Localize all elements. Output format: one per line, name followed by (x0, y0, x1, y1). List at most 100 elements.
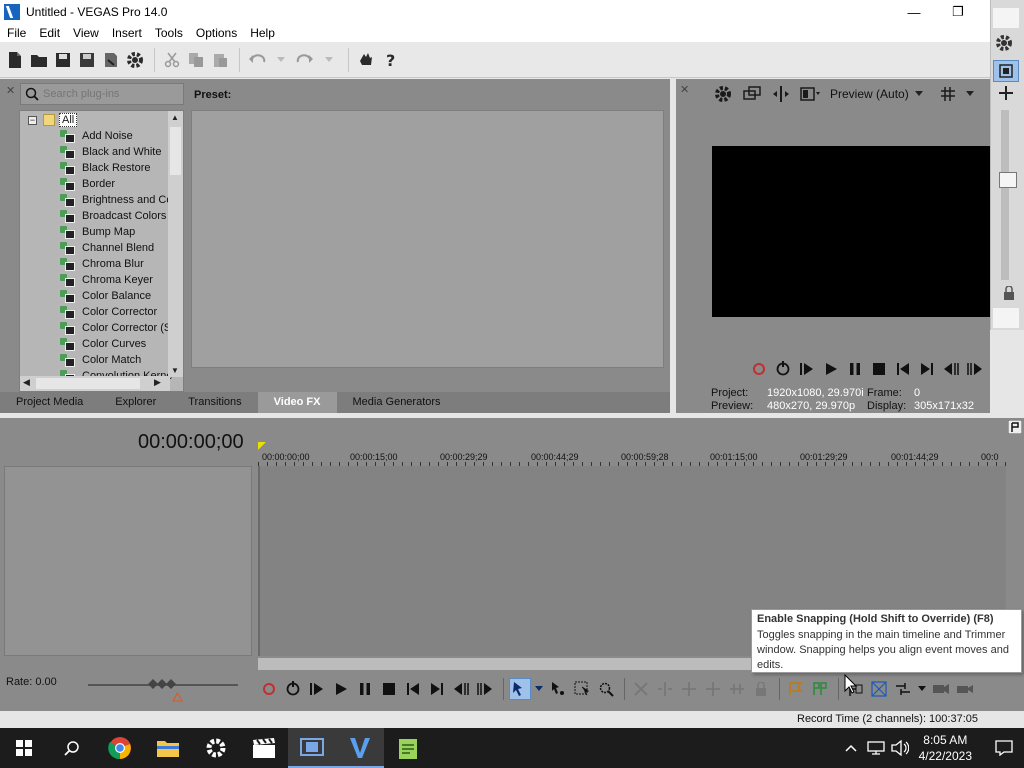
plugin-item[interactable]: Brightness and Co (60, 192, 173, 208)
overlays-button[interactable] (937, 83, 959, 105)
notification-center-button[interactable] (984, 728, 1024, 768)
pause-button[interactable] (844, 359, 866, 379)
network-icon[interactable] (866, 740, 885, 756)
taskbar-vegas-pro[interactable] (336, 728, 384, 768)
trim-start-button[interactable] (678, 678, 700, 700)
time-ruler[interactable]: 00:00:00;00 00:00:15;00 00:00:29;29 00:0… (258, 442, 1006, 467)
render-as-button[interactable] (100, 49, 122, 71)
redo-button[interactable] (294, 49, 316, 71)
plugin-item[interactable]: Channel Blend (60, 240, 173, 256)
plugin-item[interactable]: Color Match (60, 352, 173, 368)
tree-horizontal-scrollbar[interactable]: ◀ ▶ (20, 376, 170, 391)
open-button[interactable] (28, 49, 50, 71)
menu-edit[interactable]: Edit (32, 24, 66, 42)
menu-insert[interactable]: Insert (105, 24, 148, 42)
taskbar-clapperboard-app[interactable] (240, 728, 288, 768)
envelope-tool-button[interactable] (547, 678, 569, 700)
taskbar-video-app[interactable] (288, 728, 336, 768)
trim-button[interactable] (654, 678, 676, 700)
plugin-item[interactable]: Color Balance (60, 288, 173, 304)
chevron-down-icon[interactable] (914, 91, 923, 97)
lock-groups-button[interactable] (930, 678, 952, 700)
stop-button[interactable] (868, 359, 890, 379)
lock-envelopes-button[interactable] (750, 678, 772, 700)
go-to-start-button[interactable] (892, 359, 914, 379)
dock-thumbnail[interactable] (993, 8, 1019, 28)
selection-tool-button[interactable] (571, 678, 593, 700)
normal-edit-tool-button[interactable] (509, 678, 531, 700)
preview-quality-select[interactable]: Preview (Auto) (830, 87, 909, 101)
volume-icon[interactable] (890, 740, 909, 756)
tree-root-label[interactable]: All (59, 113, 78, 127)
scroll-left-icon[interactable]: ◀ (23, 377, 30, 388)
tab-media-generators[interactable]: Media Generators (337, 392, 457, 413)
post-edit-ripple-button[interactable] (954, 678, 976, 700)
next-frame-button[interactable] (964, 359, 986, 379)
ripple-dropdown[interactable] (916, 678, 928, 700)
lock-icon[interactable] (1003, 286, 1015, 300)
next-frame-button[interactable] (474, 678, 496, 700)
tree-root[interactable]: − All (28, 113, 78, 127)
timeline-vertical-scrollbar[interactable] (1006, 418, 1024, 618)
plugin-item[interactable]: Color Corrector (S (60, 320, 173, 336)
insert-marker-button[interactable] (785, 678, 807, 700)
menu-help[interactable]: Help (243, 24, 281, 42)
plugin-tree[interactable]: − All Add Noise Black and White Black Re… (19, 110, 184, 392)
start-button[interactable] (0, 728, 48, 768)
previous-frame-button[interactable] (450, 678, 472, 700)
go-to-end-button[interactable] (916, 359, 938, 379)
go-to-start-button[interactable] (402, 678, 424, 700)
taskbar-notepad[interactable] (384, 728, 432, 768)
taskbar-search-button[interactable] (48, 728, 96, 768)
scroll-thumb[interactable] (170, 127, 181, 175)
menu-file[interactable]: File (0, 24, 32, 42)
search-plugins-input[interactable] (43, 88, 173, 100)
menu-options[interactable]: Options (189, 24, 243, 42)
scroll-up-icon[interactable]: ▲ (171, 113, 179, 122)
scroll-right-icon[interactable]: ▶ (154, 377, 161, 388)
split-button[interactable] (726, 678, 748, 700)
chevron-down-icon[interactable] (965, 91, 974, 97)
undo-dropdown[interactable] (270, 49, 292, 71)
plugin-item[interactable]: Color Corrector (60, 304, 173, 320)
cut-button[interactable] (161, 49, 183, 71)
paste-button[interactable] (209, 49, 231, 71)
play-button[interactable] (820, 359, 842, 379)
go-to-end-button[interactable] (426, 678, 448, 700)
whats-this-button[interactable] (355, 49, 377, 71)
edit-tool-dropdown[interactable] (533, 678, 545, 700)
preview-properties-button[interactable] (712, 83, 734, 105)
tab-project-media[interactable]: Project Media (0, 392, 99, 413)
loop-button[interactable] (282, 678, 304, 700)
taskbar-clock[interactable]: 8:05 AM 4/22/2023 (919, 732, 972, 764)
dock-settings-button[interactable] (995, 34, 1013, 52)
taskbar-chrome[interactable] (96, 728, 144, 768)
save-as-button[interactable] (76, 49, 98, 71)
search-box[interactable] (20, 83, 184, 105)
properties-button[interactable] (124, 49, 146, 71)
collapse-icon[interactable]: − (28, 115, 37, 125)
tree-vertical-scrollbar[interactable]: ▲ ▼ (168, 111, 183, 377)
vegas-app-icon[interactable] (4, 4, 20, 20)
dock-slider-thumb[interactable] (999, 172, 1017, 188)
external-monitor-button[interactable] (741, 83, 763, 105)
taskbar-file-explorer[interactable] (144, 728, 192, 768)
plugin-item[interactable]: Add Noise (60, 128, 173, 144)
insert-region-button[interactable] (809, 678, 831, 700)
plugin-item[interactable]: Black and White (60, 144, 173, 160)
trim-end-button[interactable] (702, 678, 724, 700)
tab-video-fx[interactable]: Video FX (257, 392, 337, 413)
stop-button[interactable] (378, 678, 400, 700)
undo-button[interactable] (246, 49, 268, 71)
auto-crossfades-button[interactable] (868, 678, 890, 700)
save-button[interactable] (52, 49, 74, 71)
tab-transitions[interactable]: Transitions (172, 392, 257, 413)
dock-view-toggle[interactable] (993, 60, 1019, 82)
loop-button[interactable] (772, 359, 794, 379)
scroll-thumb[interactable] (36, 378, 140, 389)
menu-view[interactable]: View (66, 24, 105, 42)
record-button[interactable] (748, 359, 770, 379)
redo-dropdown[interactable] (318, 49, 340, 71)
dock-split-button[interactable] (997, 86, 1015, 100)
preset-area[interactable] (191, 110, 664, 368)
